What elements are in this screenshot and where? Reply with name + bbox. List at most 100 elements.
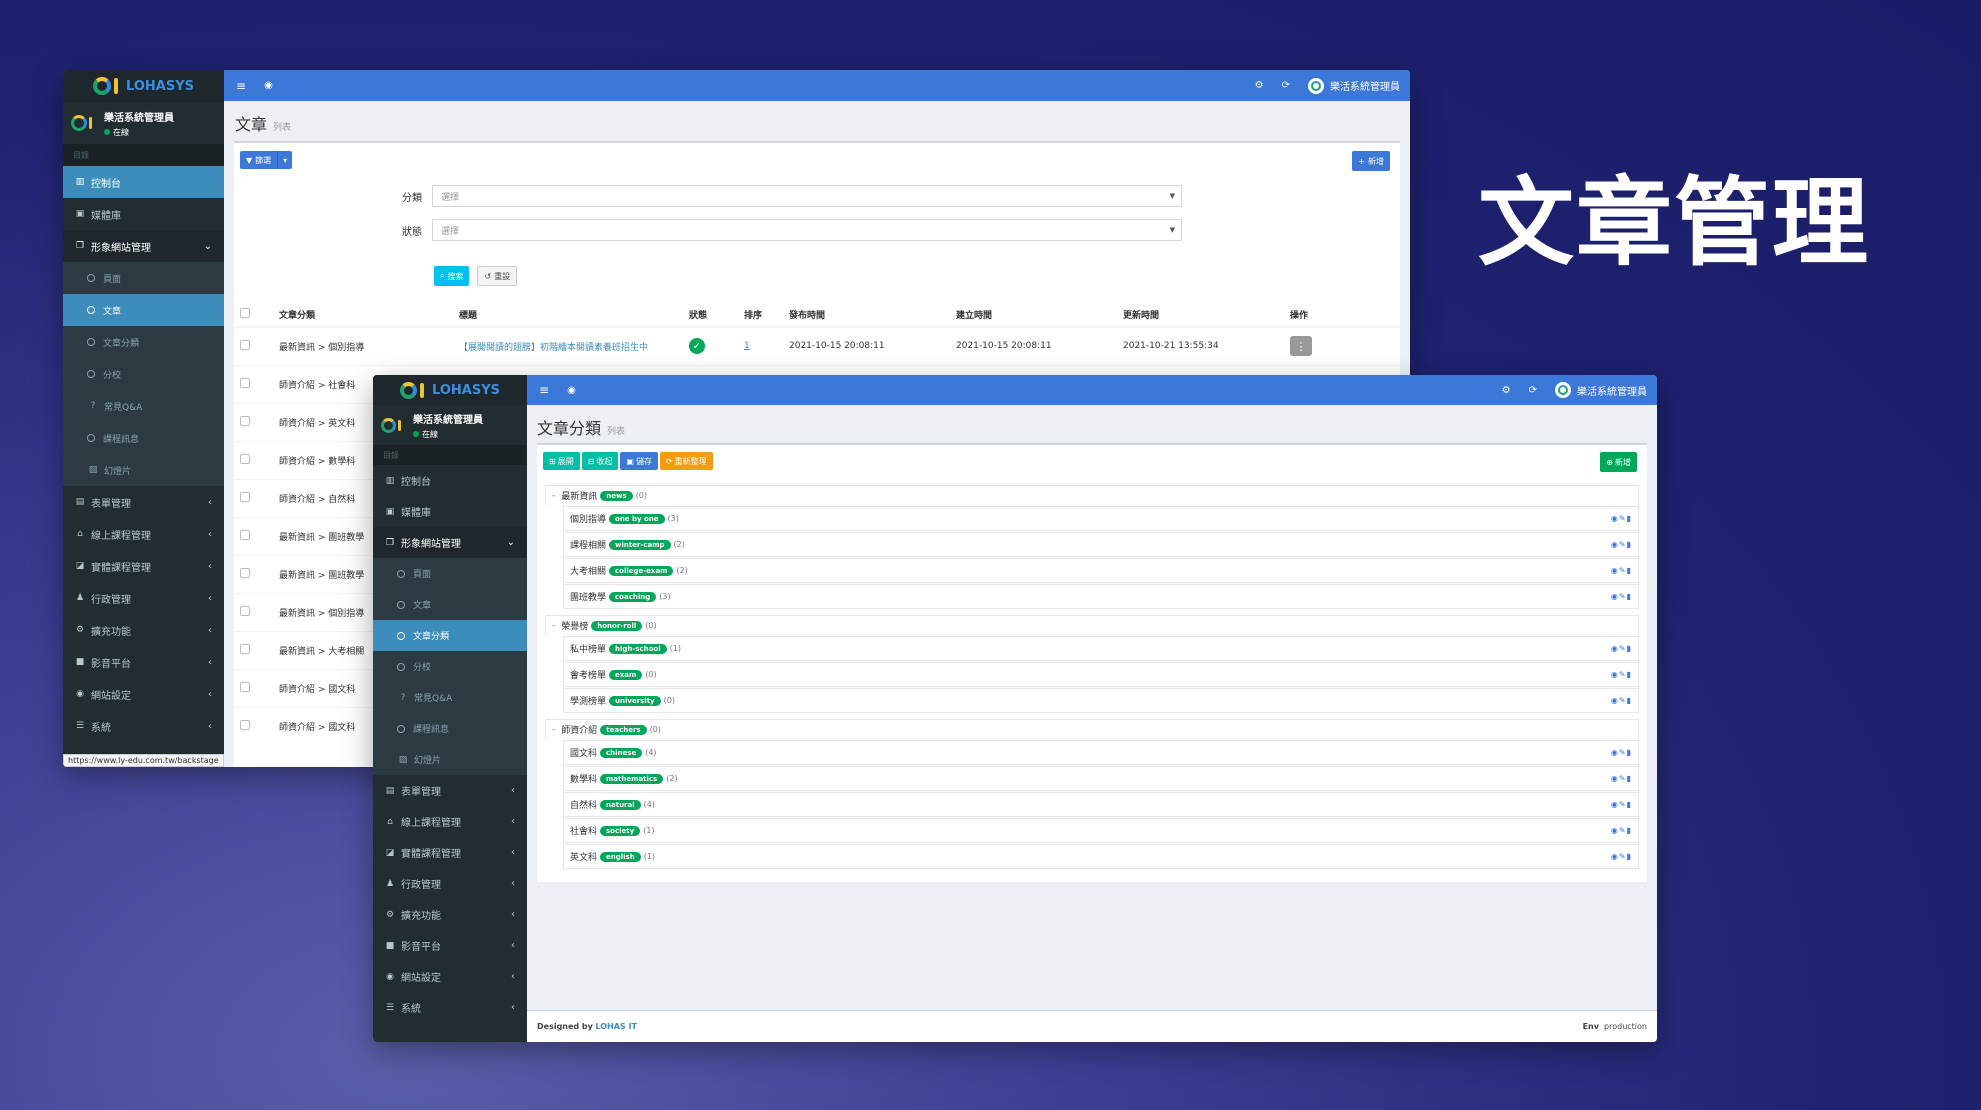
row-checkbox[interactable] xyxy=(240,453,250,464)
sidebar-item-admin[interactable]: ♟ 行政管理 ‹ xyxy=(373,868,527,899)
row-actions[interactable]: ◉✎▮ xyxy=(1611,644,1632,653)
collapse-all-button[interactable]: ⊟ 收起 xyxy=(581,452,619,470)
sidebar-item-ext[interactable]: ⚙ 擴充功能 ‹ xyxy=(63,614,224,646)
user-menu[interactable]: 樂活系統管理員 xyxy=(1308,77,1400,94)
settings-icon[interactable]: ⚙ xyxy=(1255,80,1264,91)
row-actions[interactable]: ◉✎▮ xyxy=(1611,852,1632,861)
sidebar-item-system[interactable]: ☰ 系統 ‹ xyxy=(63,710,224,742)
sidebar-item-online[interactable]: ⌂ 線上課程管理 ‹ xyxy=(63,518,224,550)
row-checkbox[interactable] xyxy=(240,681,250,692)
row-actions[interactable]: ◉✎▮ xyxy=(1611,774,1632,783)
more-vertical-icon[interactable]: ⋮ xyxy=(1290,336,1312,357)
table-row[interactable]: 最新資訊 > 個別指導 【展開閱讀的翅膀】初階繪本閱讀素養班招生中 ✓ 1 20… xyxy=(234,326,1400,365)
tree-node-society[interactable]: 社會科 society (1) ◉✎▮ xyxy=(563,818,1639,843)
status-select[interactable]: 選擇 ▼ xyxy=(432,219,1182,241)
sidebar-item-media[interactable]: ▣ 媒體庫 xyxy=(63,198,224,230)
row-checkbox[interactable] xyxy=(240,377,250,388)
sidebar-item-forms[interactable]: ▤ 表單管理 ‹ xyxy=(63,486,224,518)
sidebar-item-media[interactable]: ▣ 媒體庫 xyxy=(373,496,527,527)
collapse-toggle-icon[interactable]: - xyxy=(552,725,555,735)
sidebar-sub-pages[interactable]: 頁面 xyxy=(63,262,224,294)
sidebar-sub-faq[interactable]: ? 常見Q&A xyxy=(63,390,224,422)
sidebar-item-site[interactable]: ❐ 形象網站管理 ⌄ xyxy=(373,527,527,558)
sidebar-sub-categories[interactable]: 文章分類 xyxy=(63,326,224,358)
category-select[interactable]: 選擇 ▼ xyxy=(432,185,1182,207)
sidebar-sub-pages[interactable]: 頁面 xyxy=(373,558,527,589)
user-menu[interactable]: 樂活系統管理員 xyxy=(1555,382,1647,398)
tree-node-one-by-one[interactable]: 個別指導 one by one (3) ◉✎▮ xyxy=(563,506,1639,531)
sidebar-sub-articles[interactable]: 文章 xyxy=(373,589,527,620)
rebuild-button[interactable]: ⟳ 重新整理 xyxy=(659,452,713,470)
row-actions[interactable]: ◉✎▮ xyxy=(1611,540,1632,549)
sidebar-sub-categories[interactable]: 文章分類 xyxy=(373,620,527,651)
tree-node-exam[interactable]: 會考榜單 exam (0) ◉✎▮ xyxy=(563,662,1639,687)
sidebar-sub-faq[interactable]: ? 常見Q&A xyxy=(373,682,527,713)
row-checkbox[interactable] xyxy=(240,529,250,540)
sort-link[interactable]: 1 xyxy=(744,341,750,351)
tree-node-winter-camp[interactable]: 課程相關 winter-camp (2) ◉✎▮ xyxy=(563,532,1639,557)
check-icon[interactable]: ✓ xyxy=(689,338,705,355)
collapse-toggle-icon[interactable]: - xyxy=(552,491,555,501)
add-article-button[interactable]: + 新增 xyxy=(1352,151,1390,171)
sidebar-item-dashboard[interactable]: ▥ 控制台 xyxy=(63,166,224,198)
row-actions[interactable]: ◉✎▮ xyxy=(1611,670,1632,679)
reset-button[interactable]: ↺ 重設 xyxy=(477,266,518,286)
tree-node-college-exam[interactable]: 大考相關 college-exam (2) ◉✎▮ xyxy=(563,558,1639,583)
sidebar-item-site[interactable]: ❐ 形象網站管理 ⌄ xyxy=(63,230,224,262)
sidebar-sub-articles[interactable]: 文章 xyxy=(63,294,224,326)
row-actions[interactable]: ◉✎▮ xyxy=(1611,566,1632,575)
sidebar-sub-branches[interactable]: 分校 xyxy=(373,651,527,682)
sidebar-item-video[interactable]: ■ 影音平台 ‹ xyxy=(63,646,224,678)
tree-node-chinese[interactable]: 國文科 chinese (4) ◉✎▮ xyxy=(563,740,1639,765)
row-actions[interactable]: ◉✎▮ xyxy=(1611,696,1632,705)
row-checkbox[interactable] xyxy=(240,339,250,350)
row-checkbox[interactable] xyxy=(240,415,250,426)
tree-node-natural[interactable]: 自然科 natural (4) ◉✎▮ xyxy=(563,792,1639,817)
row-actions[interactable]: ◉✎▮ xyxy=(1611,826,1632,835)
expand-all-button[interactable]: ⊞ 展開 xyxy=(543,452,580,470)
sidebar-item-dashboard[interactable]: ▥ 控制台 xyxy=(373,465,527,496)
tree-node-news[interactable]: - 最新資訊 news (0) xyxy=(545,485,1639,505)
row-checkbox[interactable] xyxy=(240,719,250,730)
hamburger-icon[interactable]: ≡ xyxy=(236,79,246,93)
tree-node-university[interactable]: 學測榜單 university (0) ◉✎▮ xyxy=(563,688,1639,713)
row-actions[interactable]: ◉✎▮ xyxy=(1611,592,1632,601)
search-button[interactable]: ⌕ 搜索 xyxy=(434,266,470,286)
sidebar-sub-courses[interactable]: 課程訊息 xyxy=(63,422,224,454)
row-actions[interactable]: ◉✎▮ xyxy=(1611,800,1632,809)
sidebar-item-system[interactable]: ☰ 系統 ‹ xyxy=(373,992,527,1023)
globe-icon[interactable]: ◉ xyxy=(567,385,576,396)
filter-button[interactable]: ▼ 篩選 xyxy=(240,151,278,169)
footer-brand-link[interactable]: LOHAS IT xyxy=(595,1022,636,1031)
add-category-button[interactable]: ⊕ 新增 xyxy=(1600,452,1637,472)
save-button[interactable]: ▣ 儲存 xyxy=(620,452,658,470)
hamburger-icon[interactable]: ≡ xyxy=(539,383,549,397)
tree-node-teachers[interactable]: - 師資介紹 teachers (0) xyxy=(545,719,1639,739)
tree-node-high-school[interactable]: 私中榜單 high-school (1) ◉✎▮ xyxy=(563,636,1639,661)
brand-logo[interactable]: LOHASYS xyxy=(373,375,527,405)
sidebar-item-physical[interactable]: ◪ 實體課程管理 ‹ xyxy=(63,550,224,582)
row-actions[interactable]: ◉✎▮ xyxy=(1611,748,1632,757)
sidebar-item-forms[interactable]: ▤ 表單管理 ‹ xyxy=(373,775,527,806)
sidebar-sub-courses[interactable]: 課程訊息 xyxy=(373,713,527,744)
sidebar-item-settings[interactable]: ◉ 網站設定 ‹ xyxy=(63,678,224,710)
select-all-checkbox[interactable] xyxy=(240,308,250,318)
row-checkbox[interactable] xyxy=(240,643,250,654)
row-checkbox[interactable] xyxy=(240,491,250,502)
article-title-link[interactable]: 【展開閱讀的翅膀】初階繪本閱讀素養班招生中 xyxy=(459,343,648,353)
refresh-icon[interactable]: ⟳ xyxy=(1529,385,1537,396)
sidebar-item-online[interactable]: ⌂ 線上課程管理 ‹ xyxy=(373,806,527,837)
refresh-icon[interactable]: ⟳ xyxy=(1282,80,1290,91)
row-checkbox[interactable] xyxy=(240,567,250,578)
sidebar-sub-slides[interactable]: ▨ 幻燈片 xyxy=(63,454,224,486)
tree-node-honor-roll[interactable]: - 榮譽榜 honor-roll (0) xyxy=(545,615,1639,635)
sidebar-item-admin[interactable]: ♟ 行政管理 ‹ xyxy=(63,582,224,614)
sidebar-item-video[interactable]: ■ 影音平台 ‹ xyxy=(373,930,527,961)
sidebar-sub-slides[interactable]: ▨ 幻燈片 xyxy=(373,744,527,775)
settings-icon[interactable]: ⚙ xyxy=(1502,385,1511,396)
tree-node-mathematics[interactable]: 數學科 mathematics (2) ◉✎▮ xyxy=(563,766,1639,791)
sidebar-sub-branches[interactable]: 分校 xyxy=(63,358,224,390)
tree-node-english[interactable]: 英文科 english (1) ◉✎▮ xyxy=(563,844,1639,869)
globe-icon[interactable]: ◉ xyxy=(264,80,273,91)
sidebar-item-ext[interactable]: ⚙ 擴充功能 ‹ xyxy=(373,899,527,930)
